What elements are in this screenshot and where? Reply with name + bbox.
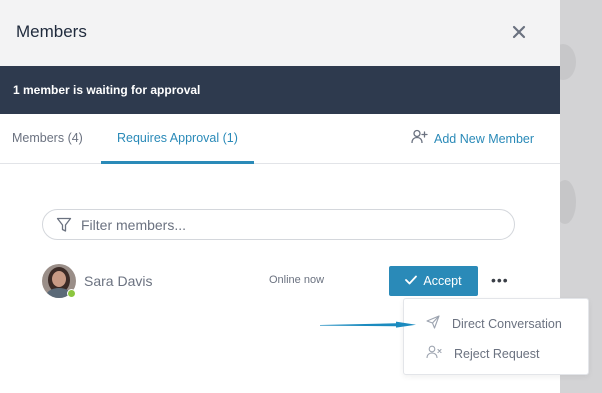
active-tab-indicator — [101, 161, 254, 164]
member-name: Sara Davis — [84, 273, 153, 289]
menu-item-label: Reject Request — [454, 347, 540, 361]
online-status-dot — [67, 289, 76, 298]
panel-header: Members — [0, 0, 560, 66]
accept-button[interactable]: Accept — [389, 266, 478, 296]
panel-title: Members — [16, 22, 87, 41]
checkmark-icon — [405, 272, 418, 290]
member-row: Sara Davis Online now Accept ••• — [42, 262, 522, 300]
filter-members-input[interactable] — [81, 215, 501, 235]
filter-members-field[interactable] — [42, 209, 515, 240]
member-actions-menu: Direct Conversation Reject Request — [403, 298, 589, 375]
menu-item-direct-conversation[interactable]: Direct Conversation — [426, 314, 562, 334]
pointer-arrow-icon — [318, 314, 418, 341]
menu-item-reject-request[interactable]: Reject Request — [426, 344, 539, 364]
filter-icon — [56, 217, 72, 238]
tab-requires-approval[interactable]: Requires Approval (1) — [117, 131, 238, 145]
add-new-member-label: Add New Member — [434, 132, 535, 146]
tab-bar: Members (4) Requires Approval (1) Add Ne… — [0, 114, 560, 164]
close-icon[interactable] — [508, 21, 530, 43]
approval-banner: 1 member is waiting for approval — [0, 66, 560, 114]
members-panel: Members 1 member is waiting for approval… — [0, 0, 589, 393]
more-options-button[interactable]: ••• — [491, 270, 508, 290]
remove-user-icon — [426, 345, 442, 364]
accept-label: Accept — [423, 274, 462, 288]
send-icon — [426, 314, 440, 334]
member-status: Online now — [269, 274, 325, 286]
banner-text: 1 member is waiting for approval — [13, 83, 201, 97]
add-user-icon — [411, 129, 428, 149]
tab-members[interactable]: Members (4) — [12, 131, 83, 145]
menu-item-label: Direct Conversation — [452, 317, 562, 331]
add-new-member-button[interactable]: Add New Member — [411, 129, 534, 149]
